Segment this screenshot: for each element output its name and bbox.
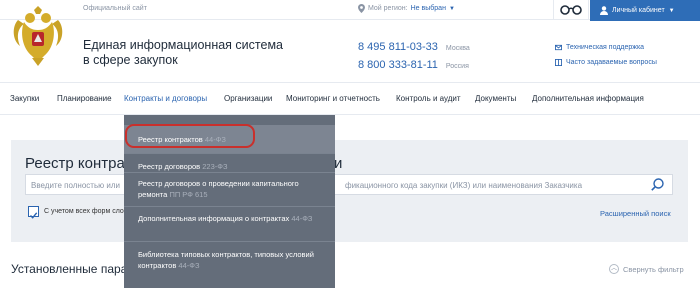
chevron-up-icon: ︿ bbox=[609, 264, 619, 274]
nav-item-organizations[interactable]: Организации bbox=[224, 83, 272, 114]
user-icon bbox=[600, 6, 608, 15]
main-nav: Закупки Планирование Контракты и договор… bbox=[0, 82, 700, 115]
book-icon bbox=[555, 59, 562, 66]
highlight-annotation bbox=[125, 124, 255, 148]
faq-link[interactable]: Часто задаваемые вопросы bbox=[555, 55, 657, 70]
chevron-down-icon: ▼ bbox=[448, 5, 455, 12]
system-title: Единая информационная система в сфере за… bbox=[83, 38, 333, 68]
menu-item-label: Реестр договоров о проведении капитально… bbox=[138, 179, 299, 199]
menu-item-law: 44-ФЗ bbox=[178, 261, 200, 270]
phone-block: 8 495 811-03-33 Москва 8 800 333-81-11 Р… bbox=[358, 39, 470, 75]
region-selector[interactable]: Мой регион: Не выбран ▼ bbox=[358, 4, 455, 13]
chevron-down-icon: ▼ bbox=[668, 7, 675, 14]
menu-item-capital-repair-registry[interactable]: Реестр договоров о проведении капитально… bbox=[124, 178, 335, 208]
personal-cabinet-button[interactable]: Личный кабинет ▼ bbox=[590, 0, 700, 21]
menu-item-label: Дополнительная информация о контрактах bbox=[138, 214, 290, 223]
nav-item-purchases[interactable]: Закупки bbox=[10, 83, 39, 114]
menu-item-label: Библиотека типовых контрактов, типовых у… bbox=[138, 250, 314, 270]
menu-item-agreements-registry[interactable]: Реестр договоров 223-ФЗ bbox=[124, 155, 335, 178]
collapse-filter-label[interactable]: Свернуть фильтр bbox=[623, 265, 684, 274]
nav-item-additional-info[interactable]: Дополнительная информация bbox=[532, 83, 644, 114]
top-bar: Официальный сайт Мой регион: Не выбран ▼… bbox=[0, 0, 700, 21]
collapse-filter-button[interactable]: ︿ Свернуть фильтр bbox=[609, 264, 684, 274]
phone-city: Россия bbox=[445, 63, 469, 70]
search-placeholder: Введите полностью или bbox=[31, 181, 120, 190]
divider bbox=[124, 206, 335, 207]
menu-item-contract-additional-info[interactable]: Дополнительная информация о контрактах 4… bbox=[124, 213, 335, 241]
advanced-search-link[interactable]: Расширенный поиск bbox=[600, 209, 671, 218]
region-label: Мой регион: bbox=[368, 5, 408, 12]
phone-row: 8 800 333-81-11 Россия bbox=[358, 57, 470, 75]
nav-item-control[interactable]: Контроль и аудит bbox=[396, 83, 461, 114]
official-site-label: Официальный сайт bbox=[83, 5, 147, 12]
personal-cabinet-label: Личный кабинет bbox=[612, 7, 665, 14]
word-forms-label: С учетом всех форм сло bbox=[44, 208, 124, 215]
glasses-icon bbox=[560, 5, 582, 15]
nav-item-monitoring[interactable]: Мониторинг и отчетность bbox=[286, 83, 380, 114]
phone-number[interactable]: 8 800 333-81-11 bbox=[358, 57, 438, 74]
word-forms-checkbox[interactable] bbox=[28, 206, 39, 219]
menu-item-law: 44-ФЗ bbox=[291, 214, 313, 223]
phone-number[interactable]: 8 495 811-03-33 bbox=[358, 39, 438, 56]
accessibility-button[interactable] bbox=[553, 0, 589, 20]
location-pin-icon bbox=[358, 4, 365, 13]
nav-item-documents[interactable]: Документы bbox=[475, 83, 516, 114]
checkmark-icon bbox=[30, 212, 38, 219]
divider bbox=[124, 241, 335, 242]
divider bbox=[124, 153, 335, 154]
search-placeholder-tail: фикационного кода закупки (ИКЗ) или наим… bbox=[345, 181, 583, 190]
panel-title: Реестр контра bbox=[25, 155, 125, 172]
menu-item-law: 223-ФЗ bbox=[202, 162, 228, 171]
search-panel: Реестр контра и Введите полностью или фи… bbox=[11, 140, 688, 242]
system-title-line-2: в сфере закупок bbox=[83, 53, 178, 67]
support-link[interactable]: Техническая поддержка bbox=[555, 40, 657, 55]
params-title: Установленные парам bbox=[11, 262, 136, 276]
phone-city: Москва bbox=[445, 45, 470, 52]
support-links: Техническая поддержка Часто задаваемые в… bbox=[555, 40, 657, 70]
phone-row: 8 495 811-03-33 Москва bbox=[358, 39, 470, 57]
divider bbox=[124, 172, 335, 173]
nav-item-contracts[interactable]: Контракты и договоры bbox=[124, 83, 207, 114]
menu-item-label: Реестр договоров bbox=[138, 162, 201, 171]
faq-link-label[interactable]: Часто задаваемые вопросы bbox=[566, 55, 657, 70]
system-title-line-1: Единая информационная система bbox=[83, 38, 283, 52]
mail-icon bbox=[555, 44, 562, 51]
menu-item-law: ПП РФ 615 bbox=[169, 190, 208, 199]
nav-item-planning[interactable]: Планирование bbox=[57, 83, 112, 114]
panel-title-tail: и bbox=[334, 155, 343, 172]
search-icon[interactable] bbox=[651, 178, 664, 191]
support-link-label[interactable]: Техническая поддержка bbox=[566, 40, 644, 55]
coat-of-arms-logo[interactable] bbox=[10, 6, 66, 68]
menu-item-template-library[interactable]: Библиотека типовых контрактов, типовых у… bbox=[124, 249, 335, 279]
region-value[interactable]: Не выбран bbox=[411, 5, 446, 12]
